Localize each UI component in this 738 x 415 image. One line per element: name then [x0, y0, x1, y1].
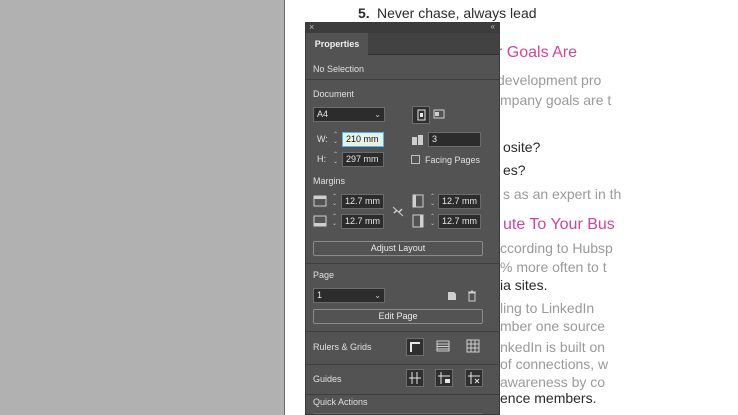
doc-line: mpany goals are t [500, 92, 612, 108]
rulers-grids-label: Rulers & Grids [313, 342, 372, 352]
doc-line: % more often to t [500, 259, 607, 275]
rulers-icon[interactable] [406, 338, 424, 356]
bottom-margin-stepper-icon[interactable]: ⌃ ⌄ [330, 214, 339, 229]
doc-line: nkedIn is built on [500, 339, 606, 355]
panel-title-bar[interactable]: × « [306, 23, 499, 33]
panel-tabbar: Properties [306, 33, 499, 55]
collapse-icon[interactable]: « [491, 23, 495, 31]
divider [306, 394, 499, 395]
doc-heading: r Goals Are [497, 44, 578, 61]
smart-guides-icon[interactable] [465, 369, 483, 387]
divider [306, 263, 499, 264]
divider [306, 364, 499, 365]
height-stepper-icon[interactable]: ⌃ ⌄ [331, 152, 340, 167]
top-margin-stepper-icon[interactable]: ⌃ ⌄ [330, 194, 339, 209]
doc-line: es? [503, 162, 526, 178]
tab-properties[interactable]: Properties [306, 33, 368, 55]
properties-panel: × « Properties No Selection Document A4 … [305, 22, 500, 415]
close-icon[interactable]: × [309, 23, 314, 32]
facing-pages-label: Facing Pages [425, 155, 481, 165]
trash-icon[interactable] [464, 288, 482, 306]
number-of-pages-field[interactable]: 3 [428, 132, 481, 147]
selection-status: No Selection [313, 64, 365, 74]
doc-line: ccording to Hubsp [500, 240, 613, 256]
document-section-label: Document [313, 89, 355, 99]
lock-guides-icon[interactable] [435, 369, 453, 387]
doc-heading: ute To Your Bus [503, 216, 615, 233]
new-page-icon[interactable] [444, 288, 462, 306]
chevron-down-icon: ⌄ [374, 291, 381, 300]
chevron-down-icon: ⌄ [374, 110, 381, 119]
height-label: H: [317, 154, 326, 164]
document-grid-icon[interactable] [465, 338, 483, 356]
bottom-margin-field[interactable]: 12.7 mm [341, 214, 384, 229]
right-margin-icon [410, 213, 428, 231]
top-margin-icon [312, 193, 330, 211]
link-margins-icon[interactable] [390, 203, 408, 221]
current-page-dropdown[interactable]: 1 ⌄ [313, 288, 385, 303]
left-margin-field[interactable]: 12.7 mm [438, 194, 481, 209]
guides-label: Guides [313, 374, 342, 384]
pages-icon [410, 132, 428, 150]
bottom-margin-icon [312, 213, 330, 231]
divider [306, 331, 499, 332]
width-label: W: [317, 134, 328, 144]
doc-line: ence members. [500, 390, 597, 406]
height-field[interactable]: 297 mm [342, 152, 384, 167]
left-margin-stepper-icon[interactable]: ⌃ ⌄ [428, 194, 437, 209]
top-margin-field[interactable]: 12.7 mm [341, 194, 384, 209]
portrait-orientation-icon[interactable] [412, 106, 430, 124]
doc-line: of connections, w [500, 356, 609, 372]
divider [306, 79, 499, 80]
current-page-value: 1 [317, 290, 323, 300]
doc-line: awareness by co [500, 374, 606, 390]
width-stepper-icon[interactable]: ⌃ ⌄ [331, 132, 340, 147]
right-margin-field[interactable]: 12.7 mm [438, 214, 481, 229]
facing-pages-checkbox[interactable] [411, 155, 420, 164]
quick-actions-label: Quick Actions [313, 397, 368, 407]
page-section-label: Page [313, 270, 335, 280]
page-size-value: A4 [317, 109, 329, 119]
doc-line: 5. [358, 5, 370, 21]
left-margin-icon [410, 193, 428, 211]
doc-line: ling to LinkedIn [500, 300, 595, 316]
doc-line: mber one source [500, 318, 606, 334]
width-field[interactable]: 210 mm [342, 132, 384, 147]
right-margin-stepper-icon[interactable]: ⌃ ⌄ [428, 214, 437, 229]
pasteboard [0, 0, 285, 415]
margins-section-label: Margins [313, 176, 346, 186]
adjust-layout-button[interactable]: Adjust Layout [313, 241, 483, 256]
doc-line: development pro [497, 72, 602, 88]
doc-line: s as an expert in th [503, 186, 622, 202]
doc-line: osite? [503, 139, 541, 155]
doc-line: ia sites. [500, 277, 548, 293]
edit-page-button[interactable]: Edit Page [313, 309, 483, 324]
baseline-grid-icon[interactable] [435, 338, 453, 356]
doc-line: Never chase, always lead [377, 5, 537, 21]
landscape-orientation-icon[interactable] [431, 106, 449, 124]
page-size-dropdown[interactable]: A4 ⌄ [313, 107, 385, 122]
guides-icon[interactable] [406, 369, 424, 387]
